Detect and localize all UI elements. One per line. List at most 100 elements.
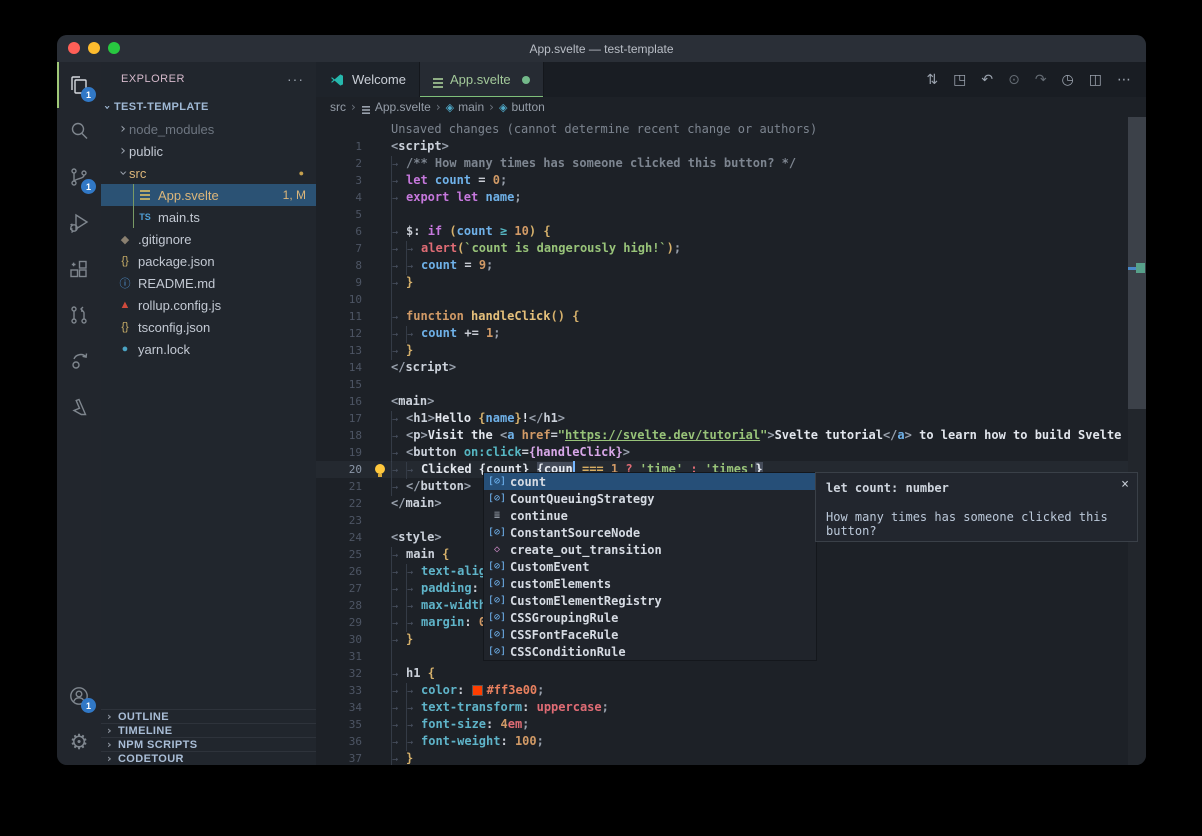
sidebar-panel-outline[interactable]: ›OUTLINE xyxy=(101,709,316,723)
next-change-icon[interactable]: ↷ xyxy=(1035,72,1047,88)
code-line[interactable]: 8→→count = 9; xyxy=(316,257,1128,274)
gitlens-compare-icon[interactable]: ⇅ xyxy=(926,72,938,88)
panel-label: NPM SCRIPTS xyxy=(118,739,198,751)
lightbulb-icon[interactable] xyxy=(375,464,385,474)
editor-scrollbar[interactable] xyxy=(1128,117,1146,765)
suggest-item-count[interactable]: [⊘]count xyxy=(484,473,816,490)
gutter xyxy=(375,189,391,206)
code-token: main xyxy=(405,496,434,510)
file-row-tsconfig-json[interactable]: {}tsconfig.json xyxy=(101,316,316,338)
breadcrumb-item-main[interactable]: ◈main xyxy=(446,100,484,114)
code-line[interactable]: 11→function handleClick() { xyxy=(316,308,1128,325)
suggest-item-constantsourcenode[interactable]: [⊘]ConstantSourceNode xyxy=(484,524,816,541)
blame-annotation-line[interactable]: Unsaved changes (cannot determine recent… xyxy=(316,121,1128,138)
file-row-node-modules[interactable]: ›node_modules xyxy=(101,118,316,140)
suggest-item-customelementregistry[interactable]: [⊘]CustomElementRegistry xyxy=(484,592,816,609)
activity-accounts-icon[interactable]: 1 xyxy=(57,673,101,719)
line-number: 18 xyxy=(316,429,375,442)
suggest-item-countqueuingstrategy[interactable]: [⊘]CountQueuingStrategy xyxy=(484,490,816,507)
file-row--gitignore[interactable]: ◆.gitignore xyxy=(101,228,316,250)
activity-azure-icon[interactable] xyxy=(57,384,101,430)
activity-extensions-icon[interactable] xyxy=(57,246,101,292)
more-actions-icon[interactable]: ⋯ xyxy=(1117,72,1131,88)
suggest-item-continue[interactable]: ≣continue xyxy=(484,507,816,524)
code-line[interactable]: 12→→count += 1; xyxy=(316,325,1128,342)
file-row-yarn-lock[interactable]: ●yarn.lock xyxy=(101,338,316,360)
file-row-readme-md[interactable]: ⓘREADME.md xyxy=(101,272,316,294)
activity-live-share-icon[interactable] xyxy=(57,338,101,384)
close-window-button[interactable] xyxy=(68,42,80,54)
workspace-name: TEST-TEMPLATE xyxy=(114,101,209,113)
tab-app-svelte[interactable]: App.svelte xyxy=(420,62,544,97)
previous-change-icon[interactable]: ↶ xyxy=(981,72,993,88)
file-row-src[interactable]: ›src● xyxy=(101,162,316,184)
code-line[interactable]: 35→→font-size: 4em; xyxy=(316,716,1128,733)
split-editor-icon[interactable]: ◫ xyxy=(1089,72,1102,88)
code-token: export let xyxy=(406,190,485,204)
file-row-package-json[interactable]: {}package.json xyxy=(101,250,316,272)
code-line[interactable]: 9→} xyxy=(316,274,1128,291)
breadcrumb-item-src[interactable]: src xyxy=(330,100,346,114)
code-token: : xyxy=(457,683,471,697)
code-line[interactable]: 10→ xyxy=(316,291,1128,308)
breadcrumb-item-app-svelte[interactable]: App.svelte xyxy=(361,100,431,114)
code-editor[interactable]: Unsaved changes (cannot determine recent… xyxy=(316,117,1146,765)
file-row-app-svelte[interactable]: App.svelte1, M xyxy=(101,184,316,206)
code-line[interactable]: 19→<button on:click={handleClick}> xyxy=(316,444,1128,461)
code-token: ; xyxy=(486,258,493,272)
code-line[interactable]: 13→} xyxy=(316,342,1128,359)
code-line[interactable]: 34→→text-transform: uppercase; xyxy=(316,699,1128,716)
code-line[interactable]: 32→h1 { xyxy=(316,665,1128,682)
code-line[interactable]: 1<script> xyxy=(316,138,1128,155)
code-line[interactable]: 36→→font-weight: 100; xyxy=(316,733,1128,750)
code-line[interactable]: 16<main> xyxy=(316,393,1128,410)
workspace-section-header[interactable]: › TEST-TEMPLATE xyxy=(101,96,316,118)
suggest-item-create_out_transition[interactable]: ◇create_out_transition xyxy=(484,541,816,558)
line-number: 9 xyxy=(316,276,375,289)
file-history-icon[interactable]: ◷ xyxy=(1062,72,1074,88)
file-row-main-ts[interactable]: TSmain.ts xyxy=(101,206,316,228)
breadcrumb-item-button[interactable]: ◈button xyxy=(499,100,545,114)
code-line[interactable]: 4→export let name; xyxy=(316,189,1128,206)
suggest-item-cssgroupingrule[interactable]: [⊘]CSSGroupingRule xyxy=(484,609,816,626)
code-line[interactable]: 14</script> xyxy=(316,359,1128,376)
tab-whitespace-icon: → xyxy=(391,224,406,241)
activity-settings-icon[interactable]: ⚙ xyxy=(57,719,101,765)
sidebar-panel-codetour[interactable]: ›CODETOUR xyxy=(101,751,316,765)
code-line[interactable]: 33→→color: #ff3e00; xyxy=(316,682,1128,699)
line-content: →<button on:click={handleClick}> xyxy=(391,444,1128,462)
activity-github-pr-icon[interactable] xyxy=(57,292,101,338)
breadcrumb: src›App.svelte›◈main›◈button xyxy=(316,97,1146,117)
symbol-variable-icon: [⊘] xyxy=(484,527,510,538)
code-line[interactable]: 7→→alert(`count is dangerously high!`); xyxy=(316,240,1128,257)
code-line[interactable]: 3→let count = 0; xyxy=(316,172,1128,189)
suggest-item-customelements[interactable]: [⊘]customElements xyxy=(484,575,816,592)
code-line[interactable]: 37→} xyxy=(316,750,1128,765)
sidebar-panel-timeline[interactable]: ›TIMELINE xyxy=(101,723,316,737)
file-row-rollup-config-js[interactable]: ▲rollup.config.js xyxy=(101,294,316,316)
suggest-item-cssfontfacerule[interactable]: [⊘]CSSFontFaceRule xyxy=(484,626,816,643)
explorer-more-actions-icon[interactable]: ··· xyxy=(287,71,304,87)
code-line[interactable]: 2→/** How many times has someone clicked… xyxy=(316,155,1128,172)
current-change-icon[interactable]: ⊙ xyxy=(1008,72,1020,88)
suggest-item-customevent[interactable]: [⊘]CustomEvent xyxy=(484,558,816,575)
activity-source-control-icon[interactable]: 1 xyxy=(57,154,101,200)
close-icon[interactable]: × xyxy=(1121,477,1129,492)
code-line[interactable]: 5→ xyxy=(316,206,1128,223)
code-line[interactable]: 18→<p>Visit the <a href="https://svelte.… xyxy=(316,427,1128,444)
tab-welcome[interactable]: Welcome xyxy=(316,62,420,97)
chevron-down-icon: › xyxy=(101,105,114,110)
activity-run-debug-icon[interactable] xyxy=(57,200,101,246)
activity-explorer-icon[interactable]: 1 xyxy=(57,62,101,108)
tab-label: App.svelte xyxy=(450,72,511,87)
sidebar-panel-npm-scripts[interactable]: ›NPM SCRIPTS xyxy=(101,737,316,751)
code-line[interactable]: 17→<h1>Hello {name}!</h1> xyxy=(316,410,1128,427)
code-line[interactable]: 15 xyxy=(316,376,1128,393)
file-row-public[interactable]: ›public xyxy=(101,140,316,162)
open-preview-icon[interactable]: ◳ xyxy=(953,72,966,88)
minimize-window-button[interactable] xyxy=(88,42,100,54)
suggest-item-cssconditionrule[interactable]: [⊘]CSSConditionRule xyxy=(484,643,816,660)
code-line[interactable]: 6→$: if (count ≥ 10) { xyxy=(316,223,1128,240)
zoom-window-button[interactable] xyxy=(108,42,120,54)
activity-search-icon[interactable] xyxy=(57,108,101,154)
